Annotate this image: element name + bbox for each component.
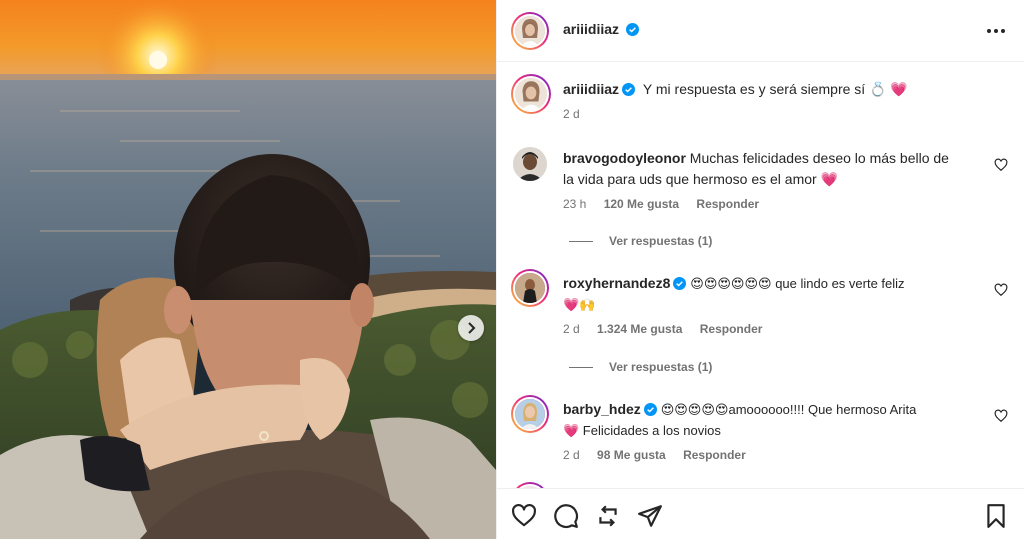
author-username[interactable]: ariiidiiaz [563,21,619,37]
comment-text: barby_hdez 😍😍😍😍😍amoooooo!!!! Que hermoso… [563,399,973,441]
caption-text: Y mi respuesta es y será siempre sí 💍 💗 [642,81,908,97]
comments-list: ariiidiiaz Y mi respuesta es y será siem… [497,63,1024,488]
comment-likes[interactable]: 98 Me gusta [597,448,666,462]
caption-meta: 2 d [563,107,594,121]
comment-text: bravogodoyleonor Muchas felicidades dese… [563,148,963,190]
comment-likes[interactable]: 1.324 Me gusta [597,322,682,336]
author-name-row: ariiidiiaz [563,21,639,37]
comment-body-line: 😍😍😍😍😍amoooooo!!!! Que hermoso Arita [660,402,917,417]
bookmark-icon[interactable] [983,503,1009,529]
post-action-bar [497,488,1024,539]
author-avatar-image [515,16,545,46]
comment-body-line: Muchas felicidades deseo lo más bello de [689,150,949,166]
comment-meta: 2 d 1.324 Me gusta Responder [563,322,776,336]
next-photo-button[interactable] [458,315,484,341]
comment-meta: 23 h 120 Me gusta Responder [563,197,773,211]
comment-body-line: 💗🙌 [563,297,596,312]
post-photo[interactable] [0,0,496,539]
verified-badge-icon [673,277,687,290]
comment-body-line: 😍😍😍😍😍😍 que lindo es verte feliz [690,276,905,291]
comment-avatar-image [515,273,545,303]
comment-username[interactable]: bravogodoyleonor [563,150,686,166]
comment-body-line: 💗 Felicidades a los novios [563,423,721,438]
verified-badge-icon [625,23,639,36]
repost-icon[interactable] [595,503,621,529]
comment-meta: 2 d 98 Me gusta Responder [563,448,760,462]
comment-likes[interactable]: 120 Me gusta [604,197,679,211]
reply-button[interactable]: Responder [696,197,759,211]
divider-line [569,366,593,368]
author-avatar[interactable] [511,12,549,50]
comment-avatar[interactable] [511,395,549,433]
instagram-post: ariiidiiaz ariiidiiaz Y mi respuesta es … [0,0,1024,539]
comment-like-heart-icon[interactable] [994,158,1008,172]
comment-like-heart-icon[interactable] [994,409,1008,423]
comment-icon[interactable] [553,503,579,529]
more-options-icon [987,29,991,33]
comment-time[interactable]: 2 d [563,448,580,462]
comment-avatar[interactable] [513,147,547,181]
caption-avatar-image [515,78,547,110]
comment-like-heart-icon[interactable] [994,283,1008,297]
view-replies-button[interactable]: Ver respuestas (1) [569,234,712,248]
comment-avatar-image [515,399,545,429]
caption-time[interactable]: 2 d [563,107,580,121]
post-side-panel: ariiidiiaz ariiidiiaz Y mi respuesta es … [496,0,1024,539]
chevron-right-icon [468,322,476,334]
comment-username[interactable]: roxyhernandez8 [563,275,670,291]
caption-avatar[interactable] [511,74,551,114]
reply-button[interactable]: Responder [683,448,746,462]
comment-time[interactable]: 23 h [563,197,586,211]
verified-badge-icon [643,403,657,416]
heart-icon[interactable] [511,503,537,529]
comment-avatar-image [513,147,547,181]
comment-username[interactable]: barby_hdez [563,401,641,417]
caption: ariiidiiaz Y mi respuesta es y será siem… [563,79,908,100]
view-replies-label: Ver respuestas (1) [609,360,713,374]
send-icon[interactable] [637,503,663,529]
couple-sunset-image [0,0,496,539]
comment-text: roxyhernandez8 😍😍😍😍😍😍 que lindo es verte… [563,273,973,315]
post-header: ariiidiiaz [497,0,1024,62]
more-options-button[interactable] [985,21,1007,41]
view-replies-button[interactable]: Ver respuestas (1) [569,360,712,374]
caption-username[interactable]: ariiidiiaz [563,81,619,97]
comment-time[interactable]: 2 d [563,322,580,336]
reply-button[interactable]: Responder [700,322,763,336]
comment-avatar[interactable] [511,269,549,307]
view-replies-label: Ver respuestas (1) [609,234,713,248]
verified-badge-icon [622,83,636,96]
comment-body-line: la vida para uds que hermoso es el amor … [563,171,839,187]
divider-line [569,240,593,242]
